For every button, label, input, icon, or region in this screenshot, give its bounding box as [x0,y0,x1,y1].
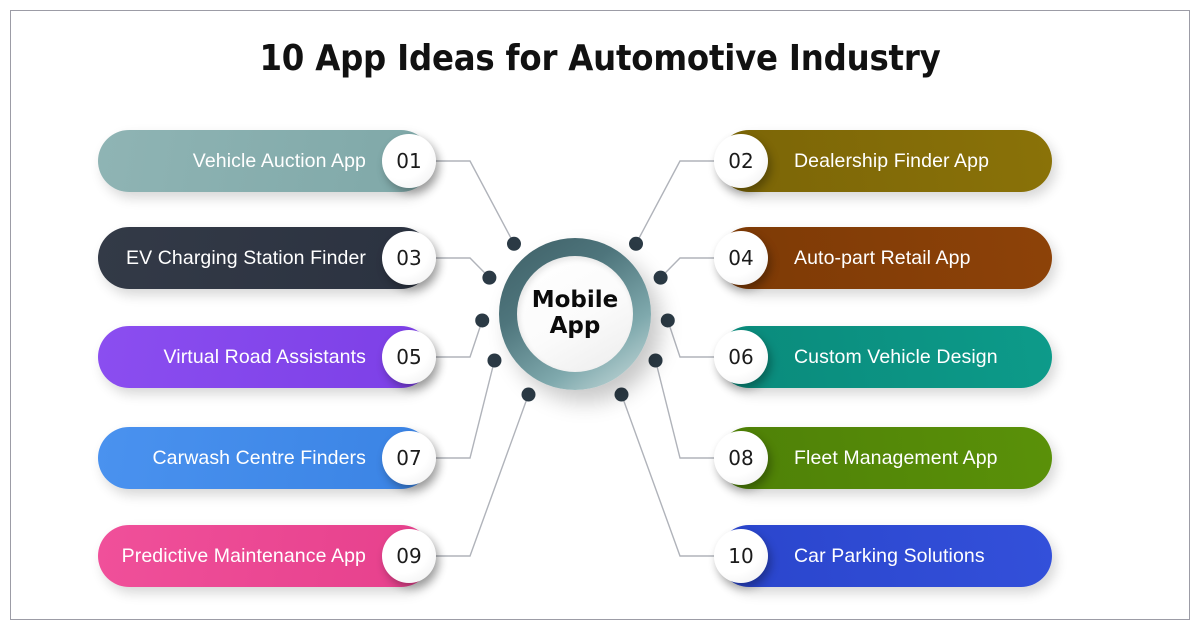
idea-label-10: Car Parking Solutions [794,544,985,567]
infographic-canvas: 10 App Ideas for Automotive Industry Veh… [0,0,1200,630]
idea-number-badge-03[interactable]: 03 [382,231,436,285]
connector-dot [487,353,502,368]
connector-line [660,257,718,279]
idea-pill-10[interactable]: Car Parking Solutions 10 [714,525,1052,587]
idea-label-07: Carwash Centre Finders [152,446,366,469]
idea-label-08: Fleet Management App [794,446,998,469]
hub-title-line-2: App [549,313,601,339]
idea-number-badge-02[interactable]: 02 [714,134,768,188]
idea-number-badge-09[interactable]: 09 [382,529,436,583]
idea-label-03: EV Charging Station Finder [126,246,366,269]
idea-label-05: Virtual Road Assistants [163,345,366,368]
idea-pill-03[interactable]: EV Charging Station Finder 03 [98,227,436,289]
idea-label-09: Predictive Maintenance App [121,544,366,567]
connector-dot [648,353,663,368]
connector-line [432,257,490,279]
connector-dot [660,313,675,328]
idea-pill-04[interactable]: Auto-part Retail App 04 [714,227,1052,289]
idea-pill-09[interactable]: Predictive Maintenance App 09 [98,525,436,587]
idea-label-06: Custom Vehicle Design [794,345,998,368]
idea-label-04: Auto-part Retail App [794,246,971,269]
idea-number-badge-10[interactable]: 10 [714,529,768,583]
connector-dot [521,387,536,402]
connector-dot [475,313,490,328]
connector-dot [506,236,521,251]
connector-dot [482,270,497,285]
idea-label-02: Dealership Finder App [794,149,990,172]
idea-number-badge-04[interactable]: 04 [714,231,768,285]
connector-line [432,160,515,245]
idea-number-badge-08[interactable]: 08 [714,431,768,485]
idea-pill-02[interactable]: Dealership Finder App 02 [714,130,1052,192]
idea-label-01: Vehicle Auction App [192,149,366,172]
connector-dot [653,270,668,285]
hub-title-line-1: Mobile [531,287,619,314]
connector-line [635,160,718,245]
idea-pill-07[interactable]: Carwash Centre Finders 07 [98,427,436,489]
idea-pill-01[interactable]: Vehicle Auction App 01 [98,130,436,192]
mobile-app-hub[interactable]: Mobile App [499,238,651,390]
idea-pill-08[interactable]: Fleet Management App 08 [714,427,1052,489]
hub-inner-disc: Mobile App [517,256,633,372]
idea-number-badge-05[interactable]: 05 [382,330,436,384]
idea-number-badge-01[interactable]: 01 [382,134,436,188]
connector-dot [629,236,644,251]
idea-number-badge-06[interactable]: 06 [714,330,768,384]
connector-line [654,360,718,459]
idea-pill-05[interactable]: Virtual Road Assistants 05 [98,326,436,388]
connector-line [432,360,496,459]
connector-line [432,320,483,358]
connector-line [667,320,718,358]
idea-number-badge-07[interactable]: 07 [382,431,436,485]
connector-dot [614,387,629,402]
idea-pill-06[interactable]: Custom Vehicle Design 06 [714,326,1052,388]
